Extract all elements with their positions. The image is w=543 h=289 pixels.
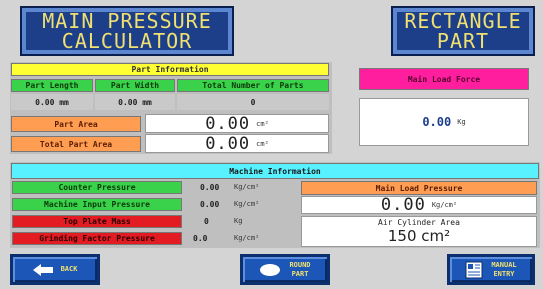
grinding-factor-pressure-value[interactable]: 0.0: [193, 234, 207, 243]
header-left-line2: CALCULATOR: [61, 29, 193, 53]
part-width-label: Part Width: [95, 79, 175, 92]
air-cylinder-area-field: Air Cylinder Area 150 cm²: [301, 216, 537, 247]
back-button[interactable]: BACK: [10, 254, 100, 285]
part-area-label: Part Area: [11, 116, 141, 132]
main-pressure-calculator-button[interactable]: MAIN PRESSURE CALCULATOR: [22, 8, 232, 54]
back-arrow-icon: [32, 263, 53, 276]
counter-pressure-label: Counter Pressure: [12, 181, 182, 194]
machine-info-title: Machine Information: [11, 163, 539, 179]
top-plate-mass-label: Top Plate Mass: [12, 215, 182, 228]
part-area-unit: cm²: [256, 119, 269, 128]
manual-entry-line1: MANUAL: [491, 260, 517, 269]
total-part-area-field: 0.00 cm²: [145, 133, 329, 154]
round-part-line1: ROUND: [289, 260, 311, 269]
grinding-factor-pressure-label: Grinding Factor Pressure: [12, 232, 182, 245]
counter-pressure-unit: Kg/cm²: [234, 183, 260, 191]
part-length-label: Part Length: [11, 79, 93, 92]
rectangle-part-button[interactable]: RECTANGLE PART: [393, 8, 533, 54]
total-parts-label: Total Number of Parts: [177, 79, 329, 92]
main-load-pressure-unit: Kg/cm²: [431, 201, 458, 209]
round-part-button[interactable]: ROUND PART: [240, 254, 330, 285]
machine-input-pressure-label: Machine Input Pressure: [12, 198, 182, 211]
grinding-factor-pressure-unit: Kg/cm²: [234, 234, 260, 242]
part-area-field: 0.00 cm²: [145, 113, 329, 134]
total-part-area-value: 0.00: [205, 133, 251, 154]
main-load-force-label: Main Load Force: [359, 68, 529, 90]
ellipse-icon: [260, 263, 281, 276]
header-left-line1: MAIN PRESSURE: [42, 9, 212, 33]
total-parts-value[interactable]: 0: [177, 94, 329, 110]
part-length-value[interactable]: 0.00 mm: [11, 94, 93, 110]
total-part-area-label: Total Part Area: [11, 136, 141, 152]
main-load-pressure-label: Main Load Pressure: [301, 181, 537, 195]
main-load-force-value: 0.00: [422, 115, 452, 129]
top-plate-mass-value[interactable]: 0: [204, 217, 209, 226]
air-cylinder-area-value: 150 cm²: [387, 227, 451, 245]
main-load-force-unit: Kg: [457, 118, 466, 126]
manual-entry-line2: ENTRY: [493, 269, 515, 278]
part-area-value: 0.00: [205, 113, 251, 134]
main-load-force-field: 0.00 Kg: [359, 98, 529, 146]
header-right-line1: RECTANGLE: [404, 9, 522, 33]
part-width-value[interactable]: 0.00 mm: [95, 94, 175, 110]
top-plate-mass-unit: Kg: [234, 217, 243, 225]
manual-entry-button[interactable]: MANUAL ENTRY: [447, 254, 535, 285]
air-cylinder-area-label: Air Cylinder Area: [378, 218, 460, 227]
machine-input-pressure-value[interactable]: 0.00: [200, 200, 219, 209]
part-info-title: Part Information: [11, 63, 329, 76]
main-load-pressure-field: 0.00 Kg/cm²: [301, 195, 537, 215]
machine-input-pressure-unit: Kg/cm²: [234, 200, 260, 208]
counter-pressure-value[interactable]: 0.00: [200, 183, 219, 192]
total-part-area-unit: cm²: [256, 139, 269, 148]
manual-entry-icon: [465, 261, 483, 278]
header-right-line2: PART: [436, 29, 490, 53]
main-load-pressure-value: 0.00: [380, 195, 426, 215]
back-button-label: BACK: [60, 265, 78, 273]
round-part-line2: PART: [291, 269, 309, 278]
